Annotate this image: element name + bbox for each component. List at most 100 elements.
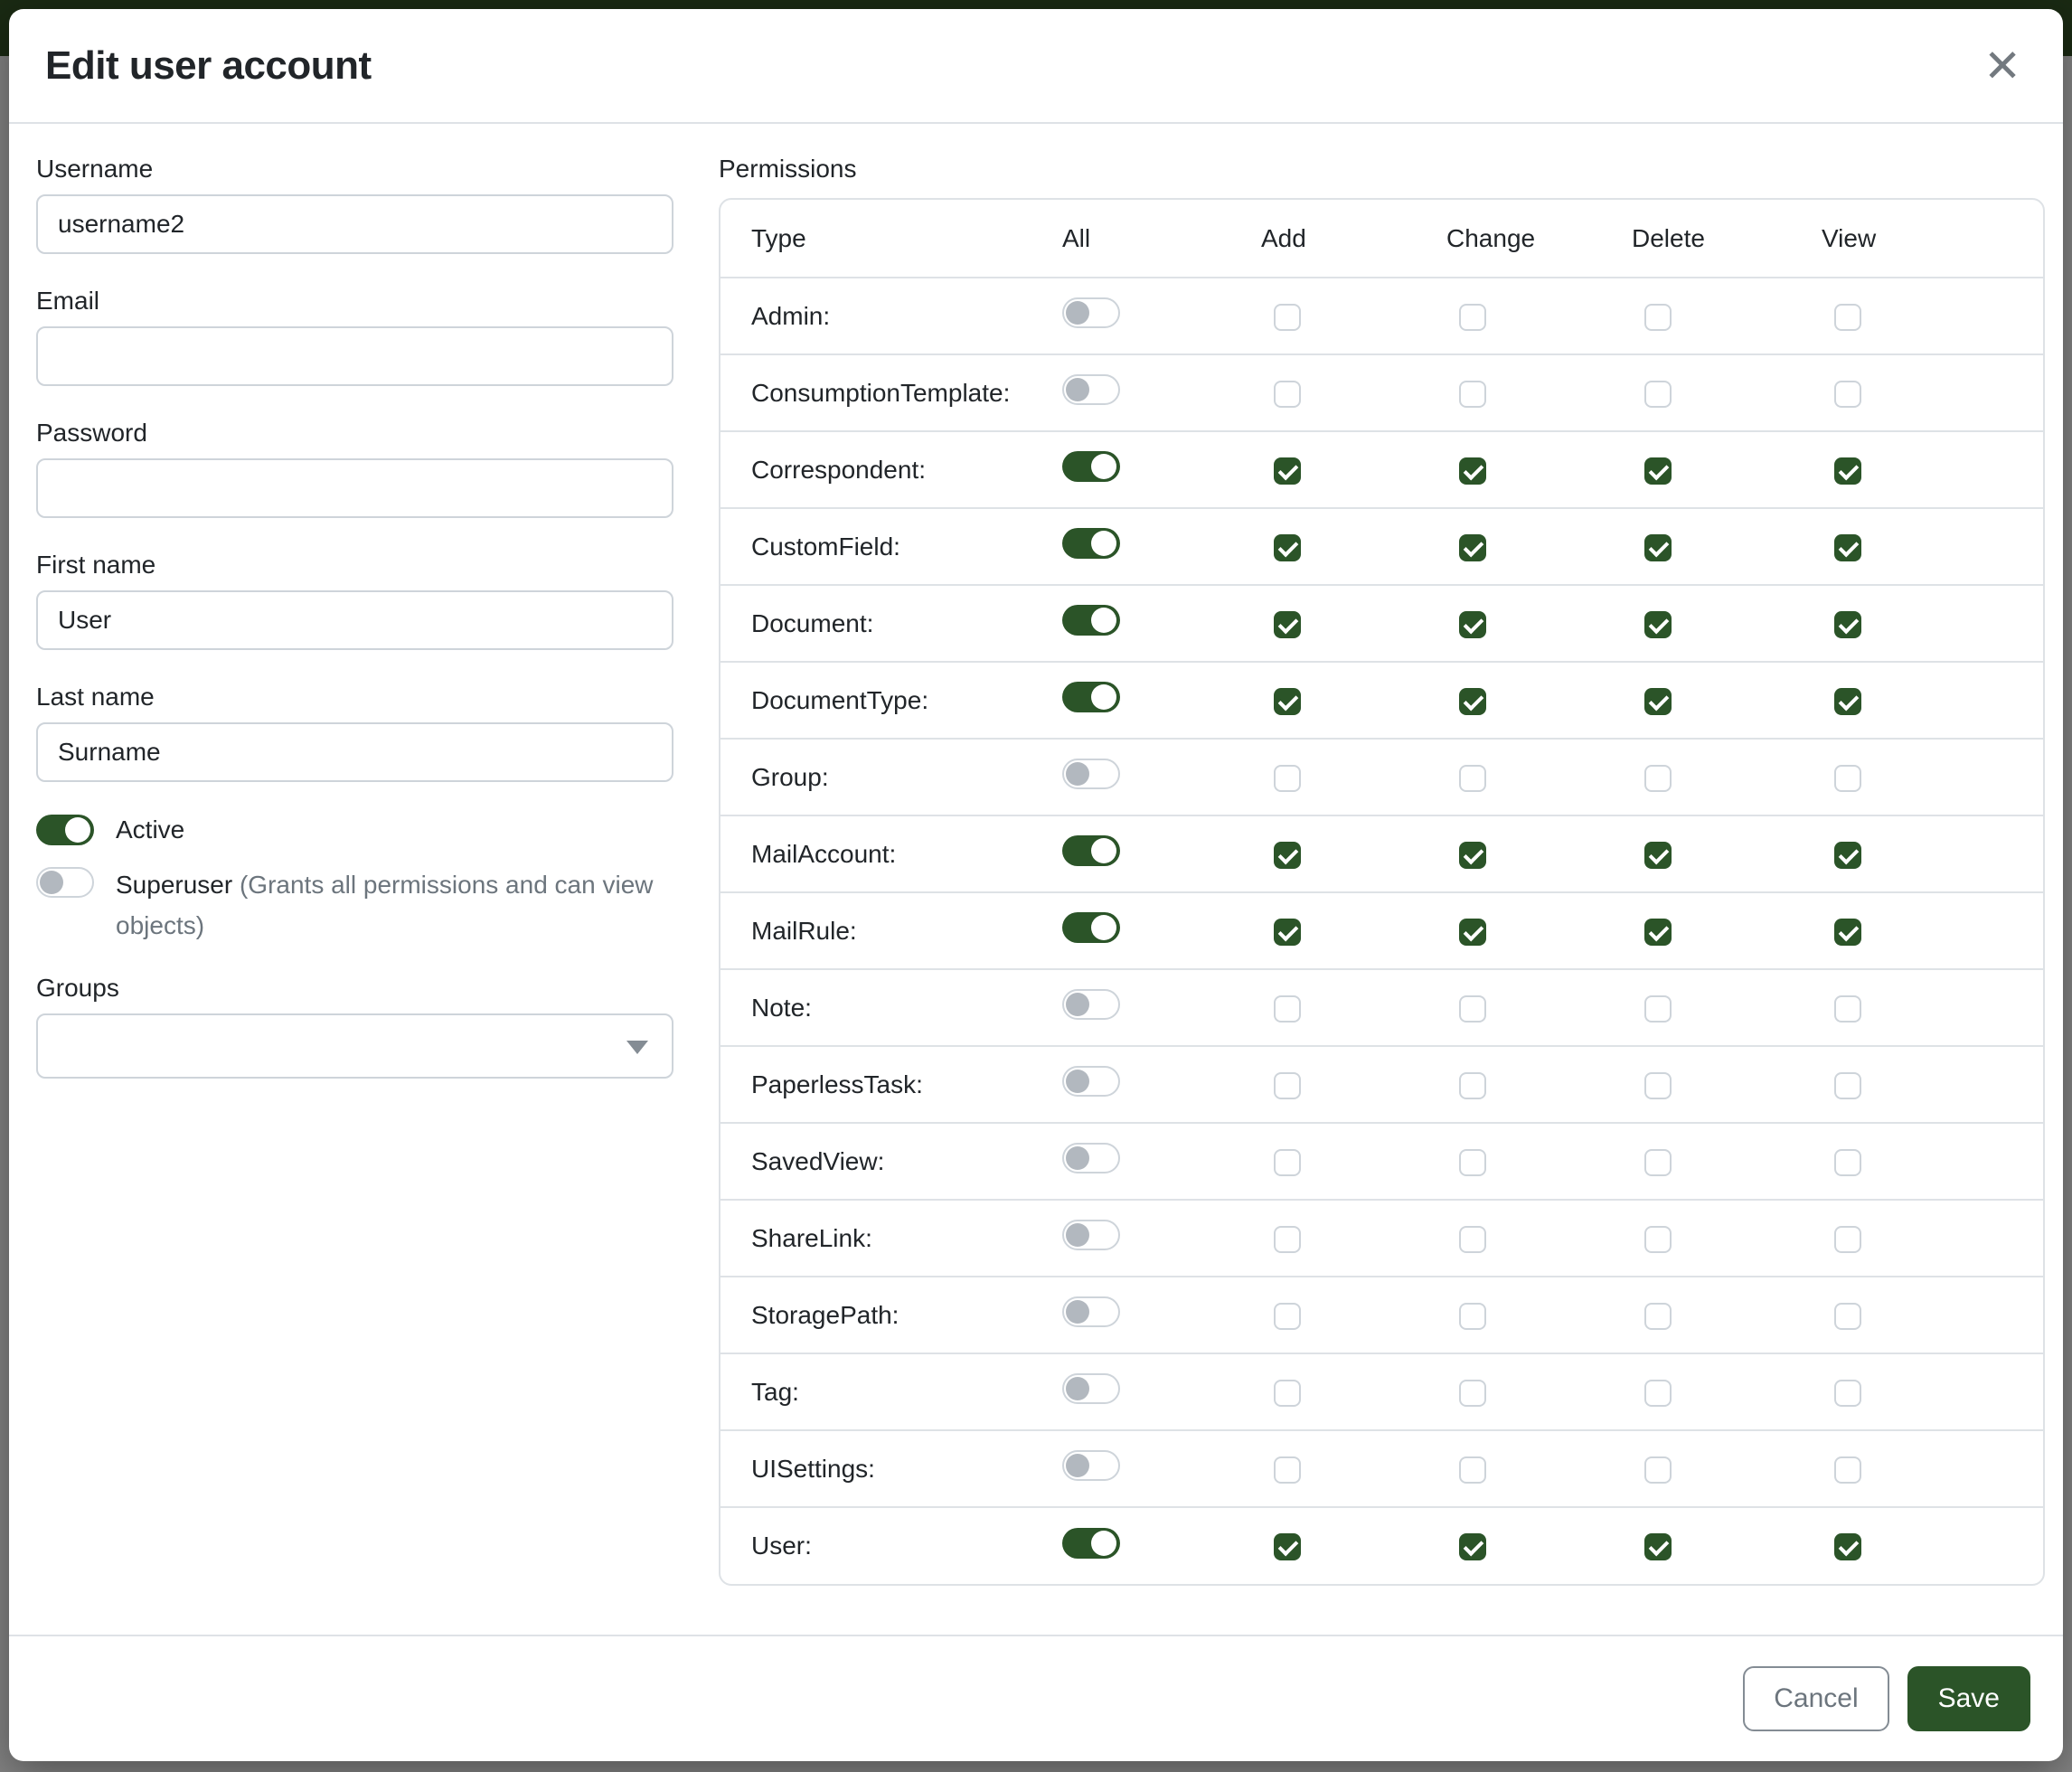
- permission-add-checkbox[interactable]: [1274, 1072, 1301, 1099]
- permission-add-checkbox[interactable]: [1274, 1456, 1301, 1484]
- permission-add-checkbox[interactable]: [1274, 611, 1301, 638]
- permission-delete-checkbox[interactable]: [1644, 919, 1672, 946]
- permission-all-toggle[interactable]: [1062, 1143, 1120, 1173]
- permission-view-checkbox[interactable]: [1834, 381, 1861, 408]
- permission-delete-checkbox[interactable]: [1644, 1303, 1672, 1330]
- cancel-button[interactable]: Cancel: [1743, 1666, 1888, 1731]
- permission-change-checkbox[interactable]: [1459, 457, 1486, 485]
- permission-view-checkbox[interactable]: [1834, 457, 1861, 485]
- permission-all-toggle[interactable]: [1062, 374, 1120, 405]
- permission-delete-checkbox[interactable]: [1644, 688, 1672, 715]
- permission-delete-checkbox[interactable]: [1644, 1533, 1672, 1560]
- permission-add-checkbox[interactable]: [1274, 1226, 1301, 1253]
- permission-add-checkbox[interactable]: [1274, 381, 1301, 408]
- permission-change-checkbox[interactable]: [1459, 995, 1486, 1023]
- permission-type-label: ConsumptionTemplate:: [720, 354, 1062, 431]
- permission-change-checkbox[interactable]: [1459, 304, 1486, 331]
- permission-all-toggle[interactable]: [1062, 835, 1120, 866]
- permission-delete-checkbox[interactable]: [1644, 457, 1672, 485]
- permission-change-checkbox[interactable]: [1459, 688, 1486, 715]
- permission-add-checkbox[interactable]: [1274, 1533, 1301, 1560]
- permission-view-checkbox[interactable]: [1834, 995, 1861, 1023]
- permission-all-toggle[interactable]: [1062, 1220, 1120, 1250]
- permission-change-checkbox[interactable]: [1459, 1149, 1486, 1176]
- permission-view-checkbox[interactable]: [1834, 611, 1861, 638]
- permission-all-toggle[interactable]: [1062, 682, 1120, 712]
- permission-add-checkbox[interactable]: [1274, 919, 1301, 946]
- permission-all-toggle[interactable]: [1062, 912, 1120, 943]
- permission-change-checkbox[interactable]: [1459, 842, 1486, 869]
- permission-add-checkbox[interactable]: [1274, 688, 1301, 715]
- permission-all-toggle[interactable]: [1062, 1528, 1120, 1559]
- permission-change-checkbox[interactable]: [1459, 1533, 1486, 1560]
- last-name-field[interactable]: [36, 722, 673, 782]
- permission-change-checkbox[interactable]: [1459, 1380, 1486, 1407]
- permission-change-checkbox[interactable]: [1459, 1303, 1486, 1330]
- permission-all-toggle[interactable]: [1062, 989, 1120, 1020]
- permission-change-checkbox[interactable]: [1459, 1456, 1486, 1484]
- permission-add-checkbox[interactable]: [1274, 765, 1301, 792]
- permission-delete-checkbox[interactable]: [1644, 611, 1672, 638]
- permission-add-checkbox[interactable]: [1274, 304, 1301, 331]
- permission-all-toggle[interactable]: [1062, 1066, 1120, 1097]
- permission-delete-checkbox[interactable]: [1644, 534, 1672, 561]
- permission-change-checkbox[interactable]: [1459, 765, 1486, 792]
- permissions-column-header: Change: [1446, 200, 1632, 278]
- username-input[interactable]: [36, 194, 673, 254]
- permission-view-checkbox[interactable]: [1834, 534, 1861, 561]
- permission-view-checkbox[interactable]: [1834, 1149, 1861, 1176]
- permission-add-checkbox[interactable]: [1274, 1303, 1301, 1330]
- permission-delete-checkbox[interactable]: [1644, 1226, 1672, 1253]
- permission-view-checkbox[interactable]: [1834, 688, 1861, 715]
- password-field[interactable]: [36, 458, 673, 518]
- permission-view-checkbox[interactable]: [1834, 1072, 1861, 1099]
- permission-change-checkbox[interactable]: [1459, 1072, 1486, 1099]
- permission-all-toggle[interactable]: [1062, 1296, 1120, 1327]
- permission-view-checkbox[interactable]: [1834, 304, 1861, 331]
- save-button[interactable]: Save: [1907, 1666, 2030, 1731]
- permission-delete-checkbox[interactable]: [1644, 1072, 1672, 1099]
- permission-delete-checkbox[interactable]: [1644, 842, 1672, 869]
- superuser-toggle[interactable]: [36, 867, 94, 898]
- permission-view-checkbox[interactable]: [1834, 1456, 1861, 1484]
- permission-type-label: MailAccount:: [720, 815, 1062, 892]
- groups-select[interactable]: [36, 1013, 673, 1079]
- permission-change-checkbox[interactable]: [1459, 611, 1486, 638]
- permission-all-toggle[interactable]: [1062, 451, 1120, 482]
- permission-add-checkbox[interactable]: [1274, 842, 1301, 869]
- permission-add-checkbox[interactable]: [1274, 534, 1301, 561]
- permission-delete-checkbox[interactable]: [1644, 765, 1672, 792]
- permission-change-checkbox[interactable]: [1459, 381, 1486, 408]
- permission-delete-checkbox[interactable]: [1644, 304, 1672, 331]
- permission-change-checkbox[interactable]: [1459, 534, 1486, 561]
- permission-view-checkbox[interactable]: [1834, 919, 1861, 946]
- superuser-label: Superuser: [116, 871, 232, 899]
- permission-all-toggle[interactable]: [1062, 605, 1120, 636]
- permission-change-checkbox[interactable]: [1459, 919, 1486, 946]
- permission-delete-checkbox[interactable]: [1644, 1380, 1672, 1407]
- permission-view-checkbox[interactable]: [1834, 1533, 1861, 1560]
- permission-view-checkbox[interactable]: [1834, 1380, 1861, 1407]
- permission-all-toggle[interactable]: [1062, 297, 1120, 328]
- permission-delete-checkbox[interactable]: [1644, 995, 1672, 1023]
- permission-add-checkbox[interactable]: [1274, 1149, 1301, 1176]
- email-field[interactable]: [36, 326, 673, 386]
- permission-all-toggle[interactable]: [1062, 528, 1120, 559]
- active-toggle[interactable]: [36, 815, 94, 845]
- first-name-field[interactable]: [36, 590, 673, 650]
- permission-delete-checkbox[interactable]: [1644, 1456, 1672, 1484]
- permission-all-toggle[interactable]: [1062, 1450, 1120, 1481]
- permission-delete-checkbox[interactable]: [1644, 1149, 1672, 1176]
- permission-view-checkbox[interactable]: [1834, 842, 1861, 869]
- permission-delete-checkbox[interactable]: [1644, 381, 1672, 408]
- permission-add-checkbox[interactable]: [1274, 1380, 1301, 1407]
- permission-view-checkbox[interactable]: [1834, 1303, 1861, 1330]
- permission-all-toggle[interactable]: [1062, 759, 1120, 789]
- permission-view-checkbox[interactable]: [1834, 1226, 1861, 1253]
- permission-change-checkbox[interactable]: [1459, 1226, 1486, 1253]
- close-icon[interactable]: ✕: [1978, 40, 2027, 92]
- permission-add-checkbox[interactable]: [1274, 995, 1301, 1023]
- permission-view-checkbox[interactable]: [1834, 765, 1861, 792]
- permission-add-checkbox[interactable]: [1274, 457, 1301, 485]
- permission-all-toggle[interactable]: [1062, 1373, 1120, 1404]
